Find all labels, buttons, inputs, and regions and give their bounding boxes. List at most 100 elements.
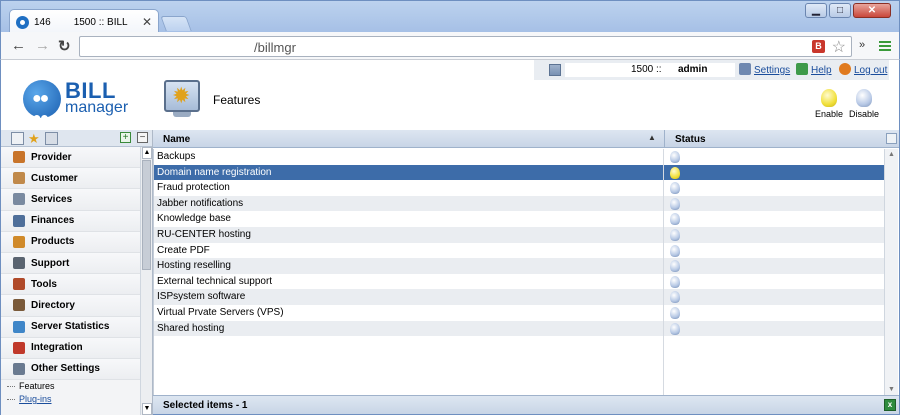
sidebar-scroll-thumb[interactable] (142, 160, 151, 270)
table-row[interactable]: Backups (154, 149, 884, 165)
table-row[interactable]: Virtual Prvate Servers (VPS) (154, 305, 884, 321)
sidebar-item[interactable]: Tools (1, 274, 140, 296)
reload-icon[interactable]: ↻ (58, 37, 71, 55)
table-row[interactable]: Shared hosting (154, 320, 884, 337)
table-row[interactable]: Domain name registration (154, 164, 884, 181)
logout-icon[interactable] (839, 63, 851, 75)
favorites-star-icon[interactable]: ★ (28, 132, 41, 145)
sidebar-item-icon (13, 362, 25, 375)
column-divider[interactable] (664, 130, 665, 148)
disable-label: Disable (848, 109, 879, 119)
expand-all-icon[interactable]: + (120, 132, 131, 143)
logout-link[interactable]: Log out (854, 65, 887, 76)
status-bulb-off-icon (670, 213, 680, 226)
sidebar-item-label: Finances (31, 215, 75, 227)
table-row[interactable]: RU-CENTER hosting (154, 226, 884, 243)
billmanager-favicon-icon (16, 15, 29, 29)
calendar-icon[interactable] (549, 64, 561, 76)
features-gear-icon: ✹ (164, 80, 200, 112)
disable-button[interactable]: Disable (846, 89, 882, 119)
bulb-on-icon (821, 89, 837, 107)
feature-name-cell: Backups (157, 151, 196, 162)
close-tab-icon[interactable]: ✕ (142, 15, 152, 29)
table-row[interactable]: Fraud protection (154, 180, 884, 196)
overflow-chevron-icon[interactable]: » (859, 39, 865, 51)
status-bulb-on-icon (670, 166, 680, 179)
back-arrow-icon[interactable]: ← (11, 37, 26, 54)
table-scrollbar[interactable]: ▲ ▼ (884, 149, 898, 395)
sidebar-item[interactable]: Customer (1, 168, 140, 190)
billmanager-logo[interactable]: ●● ●● BILL manager (23, 78, 133, 127)
browser-tab[interactable]: 146 1500 :: BILL ✕ (9, 9, 159, 34)
sidebar-item-icon (13, 257, 25, 270)
sidebar-item-icon (13, 278, 25, 291)
minimize-button[interactable]: ▁ (805, 3, 827, 18)
sidebar-subitem[interactable]: Features (1, 380, 140, 393)
scroll-down-icon[interactable]: ▼ (886, 384, 897, 395)
sidebar-item[interactable]: Products (1, 231, 140, 253)
history-icon[interactable] (45, 132, 58, 145)
extension-icon[interactable]: B (812, 40, 825, 53)
status-bulb-off-icon (670, 228, 680, 241)
feature-name-cell: External technical support (157, 275, 273, 287)
sidebar-item[interactable]: Finances (1, 210, 140, 232)
table-row[interactable]: External technical support (154, 274, 884, 290)
column-header-name[interactable]: Name (163, 134, 190, 145)
settings-link[interactable]: Settings (754, 65, 790, 76)
table-header: Name ▲ Status (153, 130, 899, 148)
column-header-status[interactable]: Status (675, 134, 706, 145)
maximize-button[interactable]: □ (829, 3, 851, 18)
export-excel-icon[interactable]: x (884, 399, 896, 411)
help-link[interactable]: Help (811, 65, 832, 76)
column-settings-icon[interactable] (886, 133, 897, 144)
sidebar-item[interactable]: Other Settings (1, 358, 140, 381)
status-bulb-off-icon (670, 306, 680, 319)
sidebar-scrollbar[interactable]: ▲ ▼ (140, 147, 152, 415)
scroll-up-icon[interactable]: ▲ (886, 149, 897, 160)
new-tab-button[interactable] (160, 16, 192, 31)
sidebar-item[interactable]: Server Statistics (1, 316, 140, 338)
table-row[interactable]: Create PDF (154, 243, 884, 259)
status-bulb-off-icon (670, 322, 680, 335)
sidebar-item[interactable]: Integration (1, 337, 140, 359)
help-icon[interactable] (796, 63, 808, 75)
sidebar-item[interactable]: Provider (1, 147, 140, 169)
sidebar-item[interactable]: Directory (1, 295, 140, 317)
feature-name-cell: Fraud protection (157, 182, 230, 194)
forward-arrow-icon[interactable]: → (35, 37, 50, 54)
sidebar-item-label: Customer (31, 172, 78, 184)
settings-icon[interactable] (739, 63, 751, 75)
tab-count: 146 (34, 16, 51, 28)
scroll-down-icon[interactable]: ▼ (142, 403, 152, 415)
status-bulb-off-icon (670, 291, 680, 304)
sidebar-subitem[interactable]: Plug-ins (1, 393, 140, 406)
billmanager-page: 1500 :: admin Settings Help Log out ●● ●●… (0, 60, 900, 415)
table-row[interactable]: Jabber notifications (154, 195, 884, 212)
sidebar-item-label: Integration (31, 342, 83, 354)
enable-button[interactable]: Enable (811, 89, 847, 119)
table-row[interactable]: Hosting reselling (154, 258, 884, 274)
table-row[interactable]: Knowledge base (154, 211, 884, 227)
collapse-all-icon[interactable]: − (137, 132, 148, 143)
menu-list-icon[interactable] (11, 132, 24, 145)
sidebar-item[interactable]: Support (1, 252, 140, 275)
close-window-button[interactable]: ✕ (853, 3, 891, 18)
table-row[interactable]: ISPsystem software (154, 289, 884, 305)
table-body: Backups Domain name registration Fraud pro… (153, 149, 884, 395)
column-divider-line (663, 149, 664, 395)
sidebar-item-icon (13, 151, 25, 164)
scroll-up-icon[interactable]: ▲ (142, 147, 152, 159)
browser-menu-icon[interactable] (879, 41, 891, 51)
bookmark-star-icon[interactable]: ☆ (832, 37, 846, 57)
sidebar-item-label: Directory (31, 299, 75, 311)
logo-text-manager: manager (65, 99, 129, 116)
sort-asc-icon[interactable]: ▲ (648, 133, 656, 142)
address-bar[interactable]: /billmgr B ☆ (79, 36, 852, 57)
selected-count: Selected items - 1 (163, 400, 248, 411)
sidebar-item[interactable]: Services (1, 189, 140, 211)
feature-name-cell: RU-CENTER hosting (157, 228, 251, 240)
table-footer: Selected items - 1 x (153, 395, 899, 414)
sidebar-item-label: Support (31, 257, 70, 269)
status-bulb-off-icon (670, 275, 680, 288)
logo-circle-icon: ●● ●● (23, 80, 61, 127)
